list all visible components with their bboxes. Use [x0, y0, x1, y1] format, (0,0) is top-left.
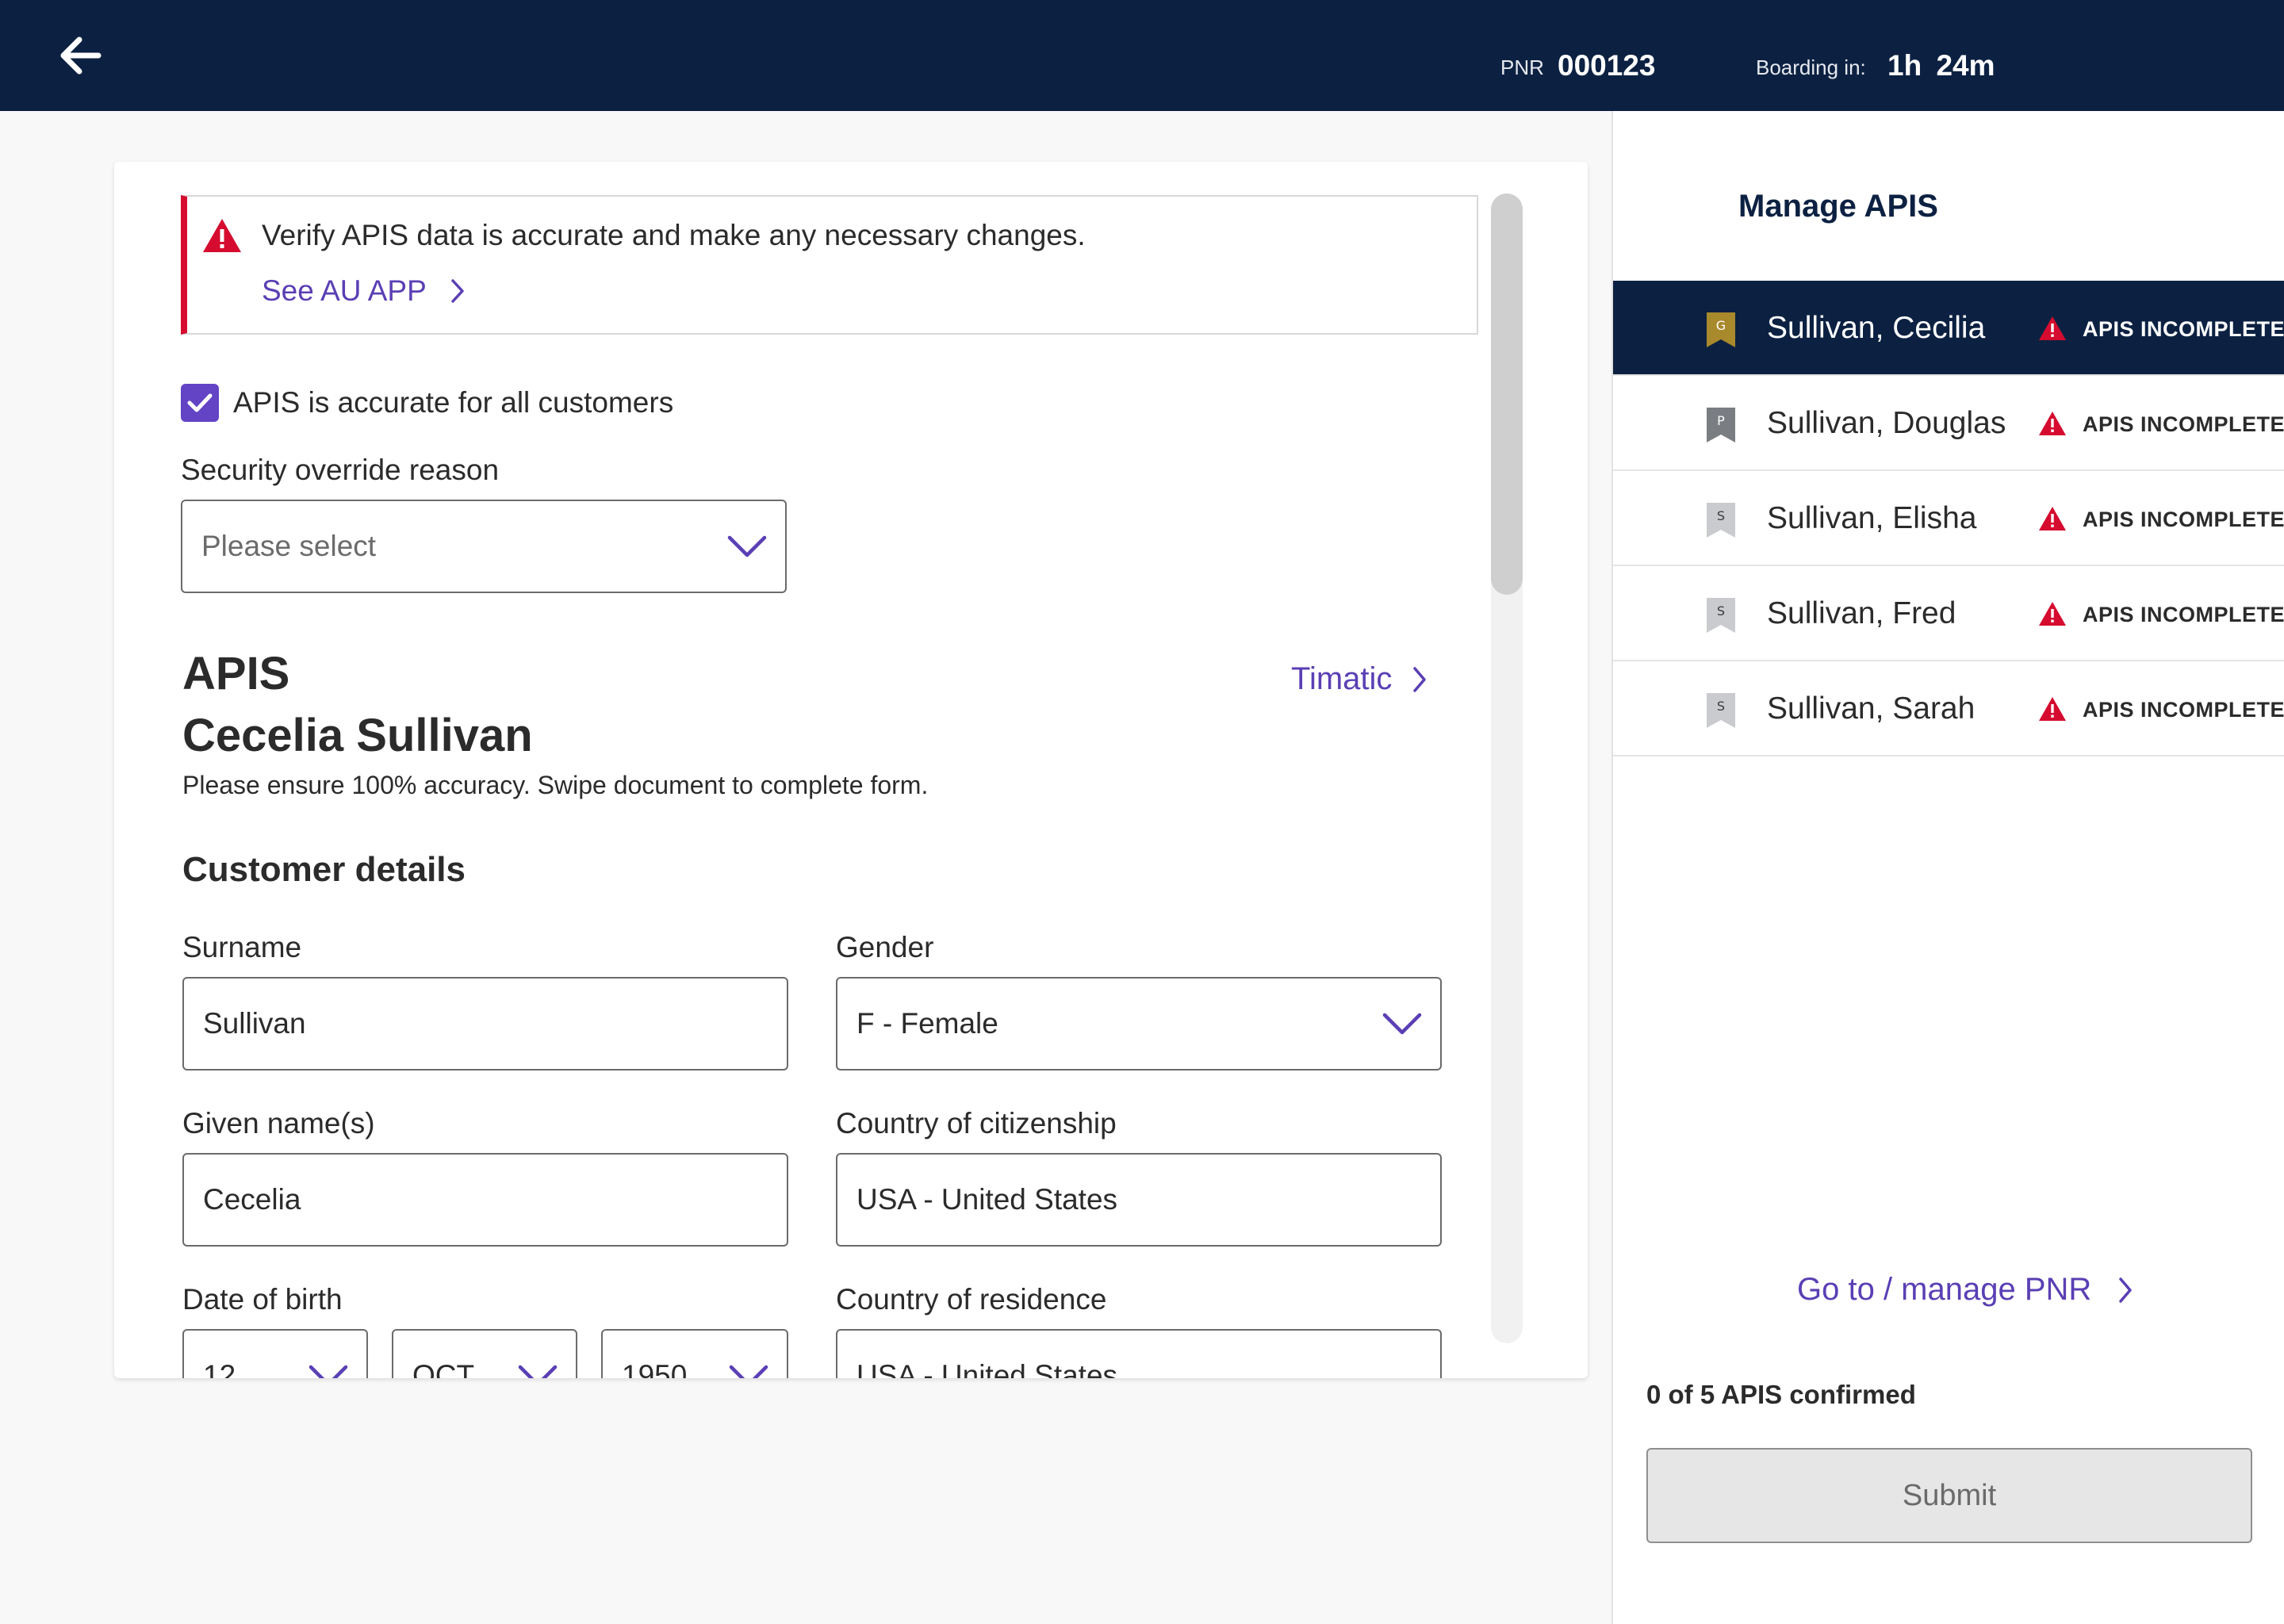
override-reason-placeholder: Please select — [201, 530, 377, 562]
boarding-label: Boarding in: — [1756, 56, 1866, 79]
verify-apis-alert: Verify APIS data is accurate and make an… — [181, 195, 1478, 335]
gender-label: Gender — [836, 931, 934, 963]
customer-details-heading: Customer details — [182, 850, 466, 889]
passenger-name: Sullivan, Douglas — [1767, 406, 2006, 440]
manage-pnr-label: Go to / manage PNR — [1797, 1272, 2092, 1307]
passenger-status: APIS INCOMPLETE — [2083, 317, 2284, 341]
platinum-tier-badge-icon: P — [1707, 408, 1735, 442]
passenger-row-sarah[interactable]: S Sullivan, Sarah APIS INCOMPLETE — [1613, 661, 2284, 756]
alert-message: Verify APIS data is accurate and make an… — [262, 219, 1086, 251]
submit-button[interactable]: Submit — [1646, 1448, 2252, 1543]
dob-day-value: 12 — [203, 1359, 236, 1378]
passenger-status: APIS INCOMPLETE — [2083, 603, 2284, 626]
residence-value: USA - United States — [856, 1359, 1118, 1378]
dob-month-select[interactable]: OCT — [392, 1329, 577, 1378]
override-reason-label: Security override reason — [181, 454, 500, 486]
given-names-value: Cecelia — [203, 1183, 301, 1216]
check-icon — [187, 393, 213, 412]
passenger-row-cecilia[interactable]: G Sullivan, Cecilia APIS INCOMPLETE — [1613, 281, 2284, 376]
customer-name-heading: Cecelia Sullivan — [182, 710, 533, 761]
silver-tier-badge-icon: S — [1707, 598, 1735, 633]
citizenship-label: Country of citizenship — [836, 1107, 1117, 1139]
passenger-row-fred[interactable]: S Sullivan, Fred APIS INCOMPLETE — [1613, 566, 2284, 661]
passenger-row-elisha[interactable]: S Sullivan, Elisha APIS INCOMPLETE — [1613, 471, 2284, 566]
passenger-name: Sullivan, Elisha — [1767, 501, 1977, 535]
tier-letter: S — [1717, 699, 1725, 714]
override-reason-select[interactable]: Please select — [181, 500, 787, 593]
residence-input[interactable]: USA - United States — [836, 1329, 1442, 1378]
citizenship-value: USA - United States — [856, 1183, 1118, 1216]
passenger-status: APIS INCOMPLETE — [2083, 412, 2284, 436]
surname-input[interactable]: Sullivan — [182, 977, 788, 1071]
chevron-down-icon — [727, 535, 767, 557]
panel-title: Manage APIS — [1738, 189, 1938, 224]
arrow-left-icon — [60, 36, 102, 75]
warning-triangle-icon — [203, 219, 241, 252]
dob-year-value: 1950 — [622, 1359, 688, 1378]
top-bar: PNR 000123 Boarding in: 1h 24m — [0, 0, 2284, 111]
passenger-status: APIS INCOMPLETE — [2083, 698, 2284, 722]
tier-letter: S — [1717, 508, 1725, 523]
warning-triangle-icon — [2039, 697, 2066, 721]
dob-label: Date of birth — [182, 1283, 343, 1316]
accuracy-checkbox[interactable] — [181, 384, 219, 422]
scrollbar-thumb[interactable] — [1491, 193, 1523, 595]
gender-select[interactable]: F - Female — [836, 977, 1442, 1071]
given-names-label: Given name(s) — [182, 1107, 375, 1139]
dob-day-select[interactable]: 12 — [182, 1329, 368, 1378]
passenger-status: APIS INCOMPLETE — [2083, 508, 2284, 531]
boarding-countdown: 1h 24m — [1887, 49, 1995, 82]
tier-letter: P — [1717, 413, 1725, 428]
silver-tier-badge-icon: S — [1707, 693, 1735, 728]
back-button[interactable] — [56, 33, 106, 78]
chevron-right-icon — [451, 279, 464, 303]
tier-letter: S — [1717, 603, 1725, 619]
gender-value: F - Female — [856, 1007, 998, 1040]
passenger-row-douglas[interactable]: P Sullivan, Douglas APIS INCOMPLETE — [1613, 376, 2284, 471]
gold-tier-badge-icon: G — [1707, 312, 1735, 347]
apis-form-card: Verify APIS data is accurate and make an… — [114, 162, 1588, 1378]
residence-label: Country of residence — [836, 1283, 1107, 1316]
citizenship-input[interactable]: USA - United States — [836, 1153, 1442, 1247]
warning-triangle-icon — [2039, 316, 2066, 340]
chevron-down-icon — [308, 1365, 348, 1378]
chevron-down-icon — [1382, 1013, 1422, 1035]
manage-pnr-link[interactable]: Go to / manage PNR — [1797, 1272, 2133, 1308]
passenger-name: Sullivan, Sarah — [1767, 691, 1976, 726]
accuracy-note: Please ensure 100% accuracy. Swipe docum… — [182, 771, 929, 799]
chevron-down-icon — [729, 1365, 768, 1378]
timatic-link[interactable]: Timatic — [1291, 661, 1427, 697]
apis-confirmed-count: 0 of 5 APIS confirmed — [1646, 1380, 1916, 1409]
passenger-name: Sullivan, Fred — [1767, 596, 1956, 630]
see-au-app-label: See AU APP — [262, 274, 427, 307]
pnr-value: 000123 — [1558, 49, 1656, 82]
silver-tier-badge-icon: S — [1707, 503, 1735, 538]
chevron-down-icon — [518, 1365, 558, 1378]
chevron-right-icon — [1413, 666, 1427, 692]
warning-triangle-icon — [2039, 412, 2066, 435]
chevron-right-icon — [2119, 1277, 2133, 1303]
see-au-app-link[interactable]: See AU APP — [262, 274, 465, 308]
timatic-label: Timatic — [1291, 661, 1393, 696]
apis-heading: APIS — [182, 648, 290, 699]
accuracy-checkbox-label: APIS is accurate for all customers — [233, 386, 674, 419]
warning-triangle-icon — [2039, 602, 2066, 626]
surname-label: Surname — [182, 931, 302, 963]
dob-year-select[interactable]: 1950 — [601, 1329, 788, 1378]
scrollbar-track[interactable] — [1491, 193, 1523, 1343]
manage-apis-panel: Manage APIS G Sullivan, Cecilia APIS INC… — [1611, 111, 2284, 1624]
passenger-name: Sullivan, Cecilia — [1767, 311, 1986, 345]
given-names-input[interactable]: Cecelia — [182, 1153, 788, 1247]
accuracy-checkbox-row[interactable]: APIS is accurate for all customers — [181, 384, 673, 422]
warning-triangle-icon — [2039, 507, 2066, 530]
tier-letter: G — [1716, 318, 1726, 333]
dob-month-value: OCT — [412, 1359, 475, 1378]
surname-value: Sullivan — [203, 1007, 306, 1040]
pnr-label: PNR — [1500, 56, 1544, 79]
